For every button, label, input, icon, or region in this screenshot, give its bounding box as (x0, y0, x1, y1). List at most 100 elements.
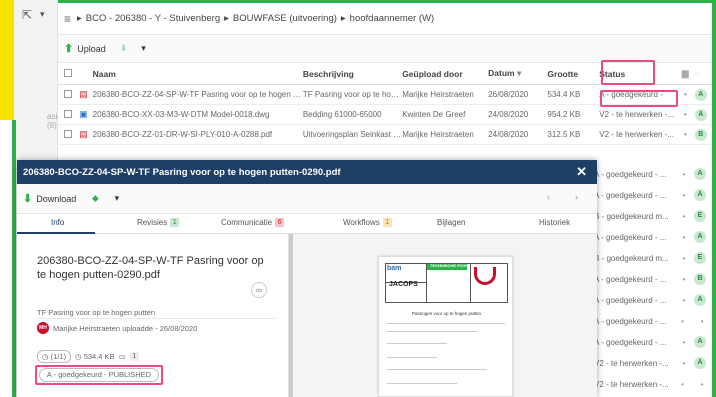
more-dropdown[interactable]: ▾ (141, 43, 146, 54)
pdf-page: bam JACOPS TECHNISCHE FICHE Pasringen vo… (378, 256, 513, 397)
upload-button[interactable]: ⬆ Upload (64, 42, 106, 55)
document-preview[interactable]: bam JACOPS TECHNISCHE FICHE Pasringen vo… (293, 234, 597, 397)
select-all-checkbox[interactable] (64, 68, 72, 77)
row-checkbox[interactable] (64, 129, 72, 138)
file-title: 206380-BCO-ZZ-04-SP-W-TF Pasring voor op… (37, 255, 264, 281)
download-button[interactable]: ⬇ (120, 43, 128, 54)
share-link-button[interactable]: ⬥ (92, 193, 98, 204)
download-icon: ⬇ (23, 193, 33, 205)
download-label: Download (36, 193, 77, 204)
more-dropdown[interactable]: ▾ (115, 193, 120, 204)
pdf-file-icon: ▤ (79, 129, 88, 139)
row-file-name[interactable]: 206380-BCO-ZZ-04-SP-W-TF Pasring voor op… (93, 90, 303, 99)
dot-icon: • (683, 130, 687, 139)
bam-logo: bam (387, 265, 402, 272)
toolbar: ⬆ Upload ⬇ ▾ (58, 35, 712, 63)
list-item[interactable]: V2 - te herwerken -... • A (588, 353, 712, 373)
col-size[interactable]: Grootte (547, 69, 593, 79)
row-checkbox-cell[interactable] (64, 89, 79, 100)
tab-historiek[interactable]: Historiek (539, 218, 570, 227)
row-uploader: Marijke Heirstraeten (402, 130, 474, 139)
doc-header-text: TECHNISCHE FICHE (430, 263, 470, 268)
row-checkbox[interactable] (64, 109, 72, 118)
list-item[interactable]: A - goedgekeurd - ... • • (588, 311, 712, 331)
row-badge-cell: B (694, 128, 712, 141)
approval-badge: B (694, 273, 706, 285)
file-detail-dialog: 206380-BCO-ZZ-04-SP-W-TF Pasring voor op… (17, 160, 597, 397)
pointer-icon[interactable]: ⇱ (22, 8, 32, 22)
row-status: B - goedgekeurd m... (594, 211, 669, 221)
tab-communicatie[interactable]: Communicatie 6 (221, 218, 285, 227)
dot-icon: • (682, 190, 686, 200)
approval-badge: A (694, 168, 706, 180)
revision-chip[interactable]: ◷ (1/1) (37, 350, 72, 363)
green-frame-right (712, 0, 716, 397)
approval-badge: A (694, 336, 706, 348)
row-file-name[interactable]: 206380-BCO-XX-03-M3-W-DTM Model-0018.dwg (93, 110, 303, 119)
dialog-tabs: Info Revisies 1 Communicatie 6 Workflows… (17, 214, 597, 234)
breadcrumb-item-folder[interactable]: hoofdaannemer (W) (350, 13, 434, 24)
row-status: A - goedgekeurd - ... (594, 337, 667, 347)
row-checkbox-cell[interactable] (64, 129, 79, 140)
dialog-header: 206380-BCO-ZZ-04-SP-W-TF Pasring voor op… (17, 160, 597, 184)
size-chip: ◷ 534.4 KB (75, 352, 115, 361)
table-row[interactable]: ▣ 206380-BCO-XX-03-M3-W-DTM Model-0018.dw… (58, 105, 712, 125)
download-button[interactable]: ⬇ Download (23, 192, 76, 205)
tab-revisies[interactable]: Revisies 1 (137, 218, 180, 227)
green-frame-left (12, 120, 16, 397)
file-description: TF Pasring voor op te hogen putten (37, 308, 155, 317)
row-checkbox[interactable] (64, 89, 72, 98)
chevron-down-icon[interactable]: ▾ (40, 9, 45, 20)
list-item[interactable]: A - goedgekeurd - ... • B (588, 269, 712, 289)
dot-icon: • (683, 90, 687, 99)
info-panel: 206380-BCO-ZZ-04-SP-W-TF Pasring voor op… (17, 234, 289, 397)
table-row[interactable]: ▤ 206380-BCO-ZZ-01-DR-W-SI-PLY-010-A-0288… (58, 125, 712, 145)
row-uploader: Kwinten De Greef (402, 110, 466, 119)
approval-badge: A (694, 357, 706, 369)
tab-bijlagen[interactable]: Bijlagen (437, 218, 465, 227)
file-meta-chips: ◷ (1/1) ◷ 534.4 KB ▭ 1 (37, 350, 139, 363)
row-status: V2 - te herwerken -... (599, 110, 674, 119)
list-item[interactable]: A - goedgekeurd - ... • A (588, 185, 712, 205)
list-item[interactable]: V2 - te herwerken -... • • (588, 374, 712, 394)
row-status: V2 - te herwerken -... (594, 379, 669, 389)
row-status: A - goedgekeurd - ... (594, 169, 667, 179)
row-file-name[interactable]: 206380-BCO-ZZ-01-DR-W-SI-PLY-010-A-0288.… (93, 130, 303, 139)
row-badge-cell: A (694, 88, 712, 101)
tab-info[interactable]: Info (51, 218, 64, 227)
menu-icon[interactable]: ≡ (64, 12, 71, 26)
prev-icon[interactable]: ‹ (547, 192, 550, 202)
status-cell-highlight (600, 90, 678, 107)
col-name[interactable]: Naam (93, 69, 303, 79)
list-item[interactable]: A - goedgekeurd - ... • A (588, 164, 712, 184)
col-desc[interactable]: Beschrijving (303, 69, 402, 79)
tab-workflows[interactable]: Workflows 1 (343, 218, 392, 227)
attachment-count: 1 (129, 352, 139, 361)
list-item[interactable]: A - goedgekeurd - ... • A (588, 227, 712, 247)
col-date[interactable]: Datum ▾ (488, 68, 547, 79)
approval-badge: A (694, 88, 707, 101)
breadcrumb-item-phase[interactable]: BOUWFASE (uitvoering) (233, 13, 337, 24)
refresh-icon: ◌ (694, 68, 700, 79)
folder-icon: ▆ (681, 68, 689, 78)
list-item[interactable]: B - goedgekeurd m... • E (588, 248, 712, 268)
status-header-highlight (601, 60, 655, 85)
row-size: 312.5 KB (547, 130, 581, 139)
list-item[interactable]: B - goedgekeurd m... • E (588, 206, 712, 226)
row-date: 24/08/2020 (488, 110, 529, 119)
row-status: V2 - te herwerken -... (594, 358, 669, 368)
close-icon[interactable]: ✕ (576, 164, 587, 180)
row-size: 534.4 KB (547, 90, 581, 99)
link-icon[interactable]: ∞ (251, 282, 267, 298)
col-uploader[interactable]: Geüpload door (402, 69, 488, 79)
row-description: TF Pasring voor op te hogen p... (302, 90, 403, 99)
yellow-highlight (0, 0, 14, 120)
dialog-title: 206380-BCO-ZZ-04-SP-W-TF Pasring voor op… (23, 166, 341, 178)
breadcrumb-item-project[interactable]: BCO - 206380 - Y - Stuivenberg (86, 13, 220, 24)
link-icon: ⬥ (92, 193, 99, 203)
list-item[interactable]: A - goedgekeurd - ... • A (588, 332, 712, 352)
list-item[interactable]: A - goedgekeurd - ... • A (588, 290, 712, 310)
row-checkbox-cell[interactable] (64, 109, 79, 120)
next-icon[interactable]: › (575, 192, 578, 202)
upload-icon: ⬆ (64, 43, 74, 55)
